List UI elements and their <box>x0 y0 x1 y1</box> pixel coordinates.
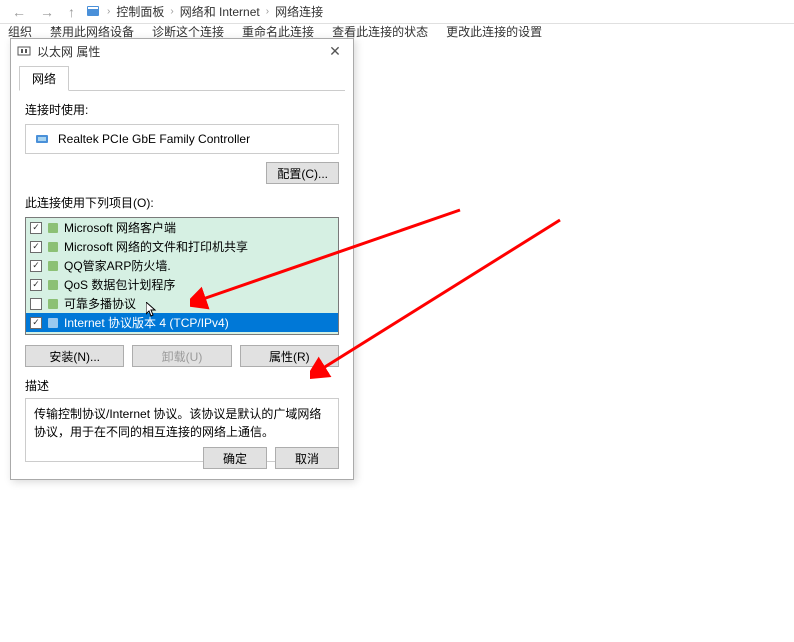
titlebar: 以太网 属性 ✕ <box>11 39 353 63</box>
properties-dialog: 以太网 属性 ✕ 网络 连接时使用: Realtek PCIe GbE Fami… <box>10 38 354 480</box>
nav-up-icon[interactable]: ↑ <box>64 4 79 20</box>
list-item-label: QQ管家ARP防火墙. <box>64 257 171 274</box>
list-item-label: Microsoft 网络适配器多路传送器协议 <box>64 333 260 335</box>
checkbox-icon[interactable]: ✓ <box>30 241 42 253</box>
toolbar-settings[interactable]: 更改此连接的设置 <box>446 24 542 38</box>
dialog-title: 以太网 属性 <box>37 43 323 60</box>
protocol-icon <box>46 240 60 254</box>
protocol-icon <box>46 278 60 292</box>
adapter-box: Realtek PCIe GbE Family Controller <box>25 124 339 154</box>
toolbar: 组织 禁用此网络设备 诊断这个连接 重命名此连接 查看此连接的状态 更改此连接的… <box>0 24 794 38</box>
list-item[interactable]: ✓ QQ管家ARP防火墙. <box>26 256 338 275</box>
protocol-icon <box>46 221 60 235</box>
control-panel-icon <box>85 4 101 20</box>
breadcrumb-item[interactable]: 网络连接 <box>275 3 323 20</box>
protocol-icon <box>46 297 60 311</box>
breadcrumb-item[interactable]: 控制面板 <box>116 3 164 20</box>
toolbar-rename[interactable]: 重命名此连接 <box>242 24 314 38</box>
tab-network[interactable]: 网络 <box>19 66 69 91</box>
checkbox-icon[interactable]: ✓ <box>30 260 42 272</box>
list-item-label: Internet 协议版本 4 (TCP/IPv4) <box>64 314 229 331</box>
list-item[interactable]: ✓ Microsoft 网络的文件和打印机共享 <box>26 237 338 256</box>
list-item[interactable]: ✓ Internet 协议版本 4 (TCP/IPv4) <box>26 313 338 332</box>
network-adapter-icon <box>34 131 50 147</box>
list-item[interactable]: ✓ QoS 数据包计划程序 <box>26 275 338 294</box>
dialog-body: 连接时使用: Realtek PCIe GbE Family Controlle… <box>11 91 353 472</box>
items-label: 此连接使用下列项目(O): <box>25 194 339 211</box>
toolbar-organize[interactable]: 组织 <box>8 24 32 38</box>
checkbox-icon[interactable]: ✓ <box>30 279 42 291</box>
description-label: 描述 <box>25 377 339 394</box>
connect-using-label: 连接时使用: <box>25 101 339 118</box>
list-item[interactable]: ✓ Microsoft 网络客户端 <box>26 218 338 237</box>
list-item-label: 可靠多播协议 <box>64 295 136 312</box>
toolbar-disable[interactable]: 禁用此网络设备 <box>50 24 134 38</box>
protocol-icon <box>46 259 60 273</box>
protocol-listbox[interactable]: ✓ Microsoft 网络客户端 ✓ Microsoft 网络的文件和打印机共享 ✓ Q… <box>25 217 339 335</box>
install-button[interactable]: 安装(N)... <box>25 345 124 367</box>
adapter-name: Realtek PCIe GbE Family Controller <box>58 132 250 146</box>
ok-button[interactable]: 确定 <box>203 447 267 469</box>
close-icon[interactable]: ✕ <box>323 43 347 60</box>
checkbox-icon[interactable]: ✓ <box>30 317 42 329</box>
toolbar-status[interactable]: 查看此连接的状态 <box>332 24 428 38</box>
toolbar-diagnose[interactable]: 诊断这个连接 <box>152 24 224 38</box>
uninstall-button: 卸载(U) <box>132 345 231 367</box>
chevron-right-icon: › <box>266 6 269 17</box>
cancel-button[interactable]: 取消 <box>275 447 339 469</box>
chevron-right-icon: › <box>170 6 173 17</box>
list-item[interactable]: 可靠多播协议 <box>26 294 338 313</box>
checkbox-icon[interactable] <box>30 298 42 310</box>
breadcrumb-item[interactable]: 网络和 Internet <box>180 3 260 20</box>
list-item-label: Microsoft 网络客户端 <box>64 219 176 236</box>
list-item-label: Microsoft 网络的文件和打印机共享 <box>64 238 248 255</box>
configure-button[interactable]: 配置(C)... <box>266 162 339 184</box>
list-item[interactable]: Microsoft 网络适配器多路传送器协议 <box>26 332 338 335</box>
nav-back-icon[interactable]: ← <box>8 4 30 20</box>
checkbox-icon[interactable]: ✓ <box>30 222 42 234</box>
list-item-label: QoS 数据包计划程序 <box>64 276 175 293</box>
breadcrumb-bar: ← → ↑ › 控制面板 › 网络和 Internet › 网络连接 <box>0 0 794 24</box>
protocol-icon <box>46 335 60 336</box>
chevron-right-icon: › <box>107 6 110 17</box>
properties-button[interactable]: 属性(R) <box>240 345 339 367</box>
ethernet-icon <box>17 44 31 58</box>
tab-strip: 网络 <box>19 65 345 91</box>
protocol-icon <box>46 316 60 330</box>
nav-forward-icon: → <box>36 4 58 20</box>
